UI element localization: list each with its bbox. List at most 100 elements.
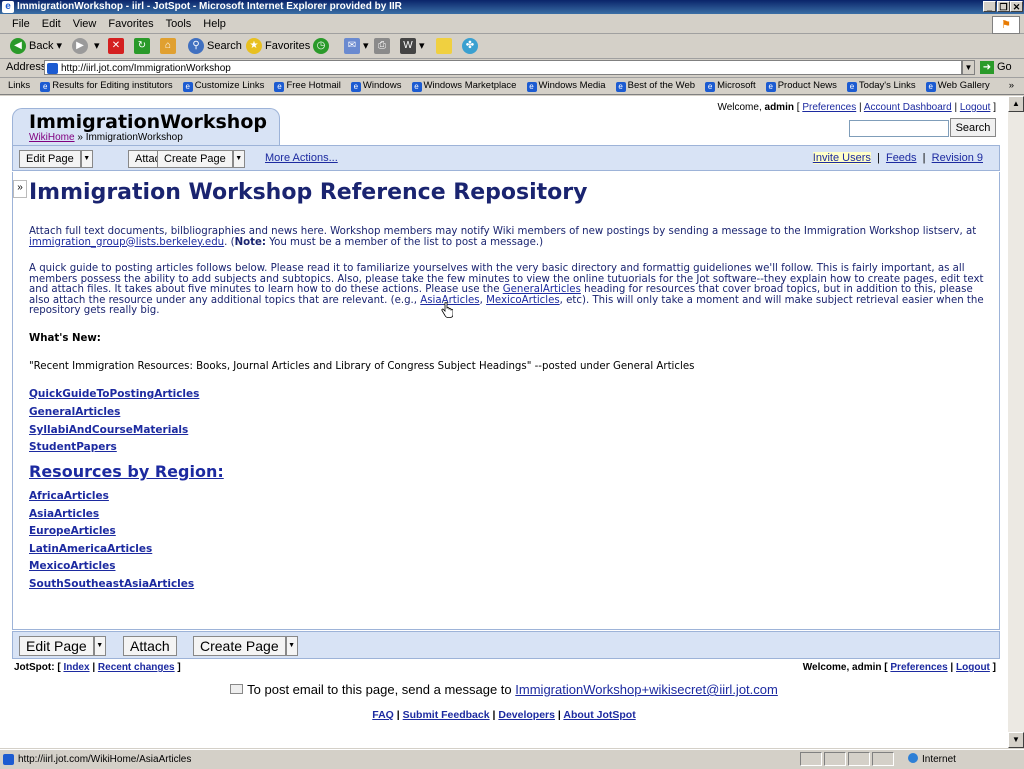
links-item[interactable]: Today's Links <box>847 80 916 91</box>
logout-link[interactable]: Logout <box>960 102 991 113</box>
more-actions-link[interactable]: More Actions... <box>265 152 338 164</box>
links-bar: Links Results for Editing institutors Cu… <box>0 78 1024 95</box>
about-jotspot-link[interactable]: About JotSpot <box>563 709 635 721</box>
topic-link[interactable]: GeneralArticles <box>29 406 120 418</box>
topic-link[interactable]: SyllabiAndCourseMaterials <box>29 424 188 436</box>
links-item[interactable]: Best of the Web <box>616 80 695 91</box>
attach-button-bottom[interactable]: Attach <box>123 636 177 656</box>
topic-link[interactable]: StudentPapers <box>29 441 117 453</box>
links-item[interactable]: Free Hotmail <box>274 80 340 91</box>
vertical-scrollbar[interactable]: ▲ ▼ <box>1008 96 1024 748</box>
developers-link[interactable]: Developers <box>498 709 555 721</box>
region-link[interactable]: AsiaArticles <box>29 508 99 520</box>
account-dashboard-link[interactable]: Account Dashboard <box>864 102 952 113</box>
general-articles-inline-link[interactable]: GeneralArticles <box>503 284 581 295</box>
preferences-link[interactable]: Preferences <box>802 102 856 113</box>
star-icon: ★ <box>246 38 262 55</box>
menu-edit[interactable]: Edit <box>36 15 67 33</box>
region-link[interactable]: AfricaArticles <box>29 490 109 502</box>
search-toolbar-button[interactable]: ⚲ Search <box>188 36 242 56</box>
invite-users-link[interactable]: Invite Users <box>812 152 871 164</box>
create-page-button-bottom[interactable]: Create Page ▼ <box>193 636 298 656</box>
scroll-down-icon[interactable]: ▼ <box>1008 732 1024 748</box>
hand-cursor-icon <box>441 302 453 318</box>
mail-button[interactable]: ✉ ▾ <box>344 36 369 56</box>
username: admin <box>764 102 794 113</box>
index-link[interactable]: Index <box>63 662 89 673</box>
region-link[interactable]: MexicoArticles <box>29 560 116 572</box>
close-button[interactable]: ✕ <box>1010 1 1023 12</box>
edit-page-dropdown-icon[interactable]: ▼ <box>93 636 106 656</box>
links-item[interactable]: Product News <box>766 80 837 91</box>
status-bar: http://iirl.jot.com/WikiHome/AsiaArticle… <box>0 749 1024 769</box>
links-item[interactable]: Windows Media <box>527 80 606 91</box>
links-item[interactable]: Results for Editing institutors <box>40 80 172 91</box>
mail-icon: ✉ <box>344 38 360 55</box>
sidebar-toggle-icon[interactable]: » <box>13 180 27 198</box>
create-page-dropdown-icon[interactable]: ▼ <box>285 636 298 656</box>
history-button[interactable]: ◷ <box>313 36 332 56</box>
forward-button[interactable]: ▶ ▾ <box>72 36 100 56</box>
footer-logout-link[interactable]: Logout <box>956 662 990 673</box>
create-page-dropdown-icon[interactable]: ▼ <box>232 150 245 168</box>
edit-page-button[interactable]: Edit Page ▼ <box>19 150 93 168</box>
page-icon <box>47 63 58 74</box>
menu-view[interactable]: View <box>67 15 103 33</box>
back-button[interactable]: ◀ Back ▾ <box>10 36 62 56</box>
menu-tools[interactable]: Tools <box>160 15 198 33</box>
print-button[interactable]: ⎙ <box>374 36 393 56</box>
edit-word-button[interactable]: W ▾ <box>400 36 425 56</box>
topic-link[interactable]: QuickGuideToPostingArticles <box>29 388 199 400</box>
links-item[interactable]: Customize Links <box>183 80 265 91</box>
region-link[interactable]: EuropeArticles <box>29 525 116 537</box>
edit-page-dropdown-icon[interactable]: ▼ <box>80 150 93 168</box>
search-button[interactable]: Search <box>950 118 996 137</box>
go-button[interactable]: ➜ Go <box>980 61 1012 74</box>
ie-logo-icon: e <box>2 1 14 13</box>
menu-help[interactable]: Help <box>197 15 232 33</box>
faq-link[interactable]: FAQ <box>372 709 394 721</box>
search-input[interactable] <box>849 120 949 137</box>
recent-changes-link[interactable]: Recent changes <box>98 662 175 673</box>
page-email-link[interactable]: ImmigrationWorkshop+wikisecret@iirl.jot.… <box>515 682 778 697</box>
favorites-button[interactable]: ★ Favorites <box>246 36 310 56</box>
address-input[interactable]: http://iirl.jot.com/ImmigrationWorkshop <box>44 60 962 75</box>
mexico-articles-inline-link[interactable]: MexicoArticles <box>486 295 560 306</box>
links-item[interactable]: Microsoft <box>705 80 756 91</box>
window-title: ImmigrationWorkshop - iirl - JotSpot - M… <box>17 1 402 12</box>
links-item[interactable]: Windows <box>351 80 402 91</box>
listserv-email-link[interactable]: immigration_group@lists.berkeley.edu <box>29 237 224 248</box>
action-bar: Edit Page ▼ Attach Create Page ▼ More Acti… <box>12 145 1000 171</box>
region-heading: Resources by Region: <box>29 462 224 481</box>
window-titlebar: e ImmigrationWorkshop - iirl - JotSpot - … <box>0 0 1024 14</box>
address-dropdown-button[interactable]: ▼ <box>962 60 975 75</box>
user-welcome: Welcome, admin [ Preferences | Account D… <box>717 102 996 113</box>
breadcrumb-wikihome-link[interactable]: WikiHome <box>29 132 75 143</box>
links-label: Links <box>8 80 31 91</box>
footer-preferences-link[interactable]: Preferences <box>890 662 947 673</box>
scroll-up-icon[interactable]: ▲ <box>1008 96 1024 112</box>
note-icon <box>436 38 452 55</box>
discuss-button[interactable] <box>436 36 455 56</box>
home-button[interactable]: ⌂ <box>160 36 179 56</box>
links-item[interactable]: Web Gallery <box>926 80 990 91</box>
address-bar: Address http://iirl.jot.com/ImmigrationW… <box>0 59 1024 78</box>
menu-favorites[interactable]: Favorites <box>102 15 159 33</box>
feeds-link[interactable]: Feeds <box>886 152 917 164</box>
refresh-button[interactable]: ↻ <box>134 36 153 56</box>
edit-page-button-bottom[interactable]: Edit Page ▼ <box>19 636 106 656</box>
page-title: ImmigrationWorkshop <box>29 111 267 133</box>
create-page-button[interactable]: Create Page ▼ <box>157 150 245 168</box>
page-title-tab: ImmigrationWorkshop WikiHome » Immigrati… <box>12 108 280 146</box>
links-overflow-chevron-icon[interactable]: » <box>1009 78 1014 94</box>
links-item[interactable]: Windows Marketplace <box>412 80 517 91</box>
revision-link[interactable]: Revision 9 <box>932 152 983 164</box>
maximize-button[interactable]: ❐ <box>997 1 1010 12</box>
submit-feedback-link[interactable]: Submit Feedback <box>403 709 490 721</box>
stop-button[interactable]: ✕ <box>108 36 127 56</box>
region-link[interactable]: LatinAmericaArticles <box>29 543 152 555</box>
messenger-button[interactable]: ✤ <box>462 36 481 56</box>
region-link[interactable]: SouthSoutheastAsiaArticles <box>29 578 194 590</box>
minimize-button[interactable]: _ <box>983 1 996 12</box>
menu-file[interactable]: File <box>6 15 36 33</box>
